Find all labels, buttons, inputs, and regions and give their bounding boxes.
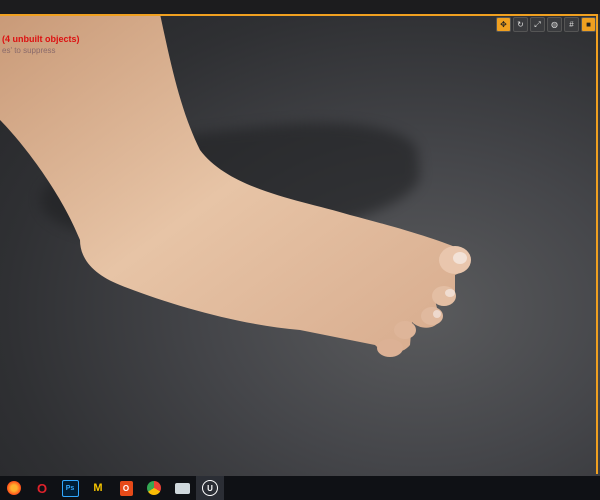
viewport-toolbar: ✥ ↻ ⤢ ◍ # ■ xyxy=(496,17,596,32)
transform-icon[interactable]: ✥ xyxy=(496,17,511,32)
marmoset-icon: M xyxy=(93,482,103,494)
camera-speed-icon[interactable]: ■ xyxy=(581,17,596,32)
opera-icon: O xyxy=(36,480,48,496)
rotate-icon[interactable]: ↻ xyxy=(513,17,528,32)
unbuilt-objects-warning: (4 unbuilt objects) xyxy=(2,34,80,44)
taskbar-item-photoshop[interactable]: Ps xyxy=(56,476,84,500)
globe-icon[interactable]: ◍ xyxy=(547,17,562,32)
taskbar-item-office[interactable]: O xyxy=(112,476,140,500)
taskbar-item-files[interactable] xyxy=(168,476,196,500)
level-viewport[interactable]: (4 unbuilt objects) es' to suppress ✥ ↻ … xyxy=(0,0,600,476)
windows-taskbar: O Ps M O U xyxy=(0,476,600,500)
suppress-hint: es' to suppress xyxy=(2,46,56,55)
taskbar-item-firefox[interactable] xyxy=(0,476,28,500)
unreal-icon: U xyxy=(202,480,218,496)
files-icon xyxy=(174,482,190,494)
taskbar-item-opera[interactable]: O xyxy=(28,476,56,500)
taskbar-item-marmoset[interactable]: M xyxy=(84,476,112,500)
grid-snap-icon[interactable]: # xyxy=(564,17,579,32)
scale-icon[interactable]: ⤢ xyxy=(530,17,545,32)
firefox-icon xyxy=(7,481,21,495)
office-icon: O xyxy=(119,480,133,496)
taskbar-item-chrome[interactable] xyxy=(140,476,168,500)
photoshop-icon: Ps xyxy=(61,479,79,497)
foot-model[interactable] xyxy=(0,0,600,476)
chrome-icon xyxy=(147,481,161,495)
taskbar-item-unreal[interactable]: U xyxy=(196,476,224,500)
